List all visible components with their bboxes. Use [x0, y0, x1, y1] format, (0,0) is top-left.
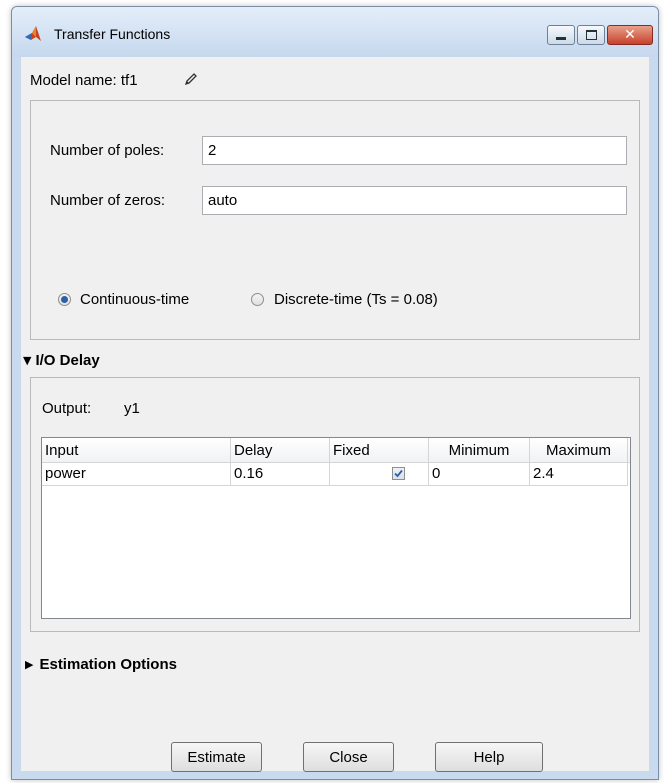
- delay-cell[interactable]: 0.16: [231, 462, 330, 486]
- matlab-logo-icon: [25, 26, 41, 41]
- expand-triangle-icon: ▶: [25, 658, 34, 671]
- check-icon: [394, 469, 403, 478]
- estimation-options-header[interactable]: ▶ Estimation Options: [23, 656, 177, 673]
- column-header-delay[interactable]: Delay: [231, 438, 330, 462]
- close-button[interactable]: Close: [303, 742, 394, 772]
- estimation-options-title: Estimation Options: [39, 656, 177, 673]
- title-bar[interactable]: Transfer Functions ✕: [12, 7, 658, 57]
- discrete-time-label[interactable]: Discrete-time (Ts = 0.08): [274, 291, 438, 308]
- help-button[interactable]: Help: [435, 742, 543, 772]
- estimate-button[interactable]: Estimate: [171, 742, 262, 772]
- maximum-cell[interactable]: 2.4: [530, 462, 628, 486]
- model-structure-panel: Number of poles: Number of zeros: Contin…: [30, 100, 640, 340]
- close-icon: ✕: [624, 27, 636, 43]
- table-row: power 0.16 0 2.4: [42, 462, 630, 486]
- pencil-icon[interactable]: [183, 71, 199, 87]
- column-header-input[interactable]: Input: [42, 438, 231, 462]
- table-header-row: Input Delay Fixed Minimum Maximum: [42, 438, 630, 463]
- zeros-input[interactable]: [202, 186, 627, 215]
- window-controls: ✕: [547, 25, 653, 45]
- discrete-time-radio[interactable]: [251, 293, 264, 306]
- collapse-triangle-icon: ▼: [23, 354, 32, 367]
- fixed-cell: [330, 462, 429, 486]
- output-label: Output:: [42, 400, 92, 417]
- delay-table: Input Delay Fixed Minimum Maximum power …: [41, 437, 631, 619]
- io-delay-header[interactable]: ▼ I/O Delay: [23, 352, 100, 369]
- column-header-maximum[interactable]: Maximum: [530, 438, 628, 462]
- column-header-fixed[interactable]: Fixed: [330, 438, 429, 462]
- window-title: Transfer Functions: [54, 26, 171, 42]
- minimize-icon: [556, 36, 566, 40]
- continuous-time-label[interactable]: Continuous-time: [80, 291, 189, 308]
- transfer-functions-window: Transfer Functions ✕ Model name: tf1 Num…: [11, 6, 659, 780]
- fixed-checkbox[interactable]: [392, 467, 405, 480]
- output-value: y1: [124, 400, 140, 417]
- minimize-button[interactable]: [547, 25, 575, 45]
- io-delay-panel: Output: y1 Input Delay Fixed Minimum Max…: [30, 377, 640, 632]
- continuous-time-radio[interactable]: [58, 293, 71, 306]
- dialog-content: Model name: tf1 Number of poles: Number …: [21, 57, 649, 772]
- close-window-button[interactable]: ✕: [607, 25, 653, 45]
- model-name-label: Model name: tf1: [30, 72, 138, 89]
- poles-label: Number of poles:: [50, 142, 165, 159]
- maximize-button[interactable]: [577, 25, 605, 45]
- io-delay-title: I/O Delay: [35, 352, 100, 369]
- input-cell: power: [42, 462, 231, 486]
- poles-input[interactable]: [202, 136, 627, 165]
- maximize-icon: [585, 30, 597, 40]
- zeros-label: Number of zeros:: [50, 192, 166, 209]
- column-header-minimum[interactable]: Minimum: [429, 438, 530, 462]
- minimum-cell[interactable]: 0: [429, 462, 530, 486]
